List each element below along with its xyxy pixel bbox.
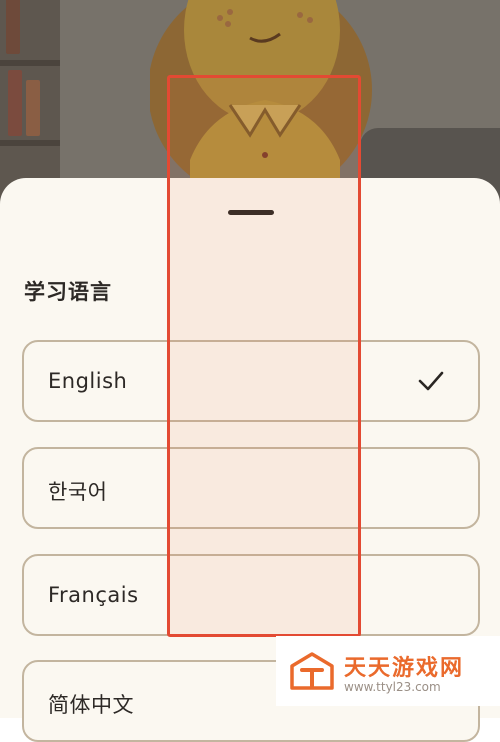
section-title: 学习语言 <box>24 280 112 304</box>
language-option-label: English <box>48 369 128 393</box>
watermark: 天天游戏网 www.ttyl23.com <box>276 636 500 706</box>
watermark-title: 天天游戏网 <box>344 656 465 681</box>
language-option-label: 简体中文 <box>48 693 134 717</box>
watermark-logo-icon <box>290 652 334 690</box>
watermark-url: www.ttyl23.com <box>344 680 441 694</box>
highlight-box <box>167 75 361 637</box>
language-option-label: 한국어 <box>48 480 108 504</box>
language-option-label: Français <box>48 583 139 607</box>
check-icon <box>418 371 444 391</box>
